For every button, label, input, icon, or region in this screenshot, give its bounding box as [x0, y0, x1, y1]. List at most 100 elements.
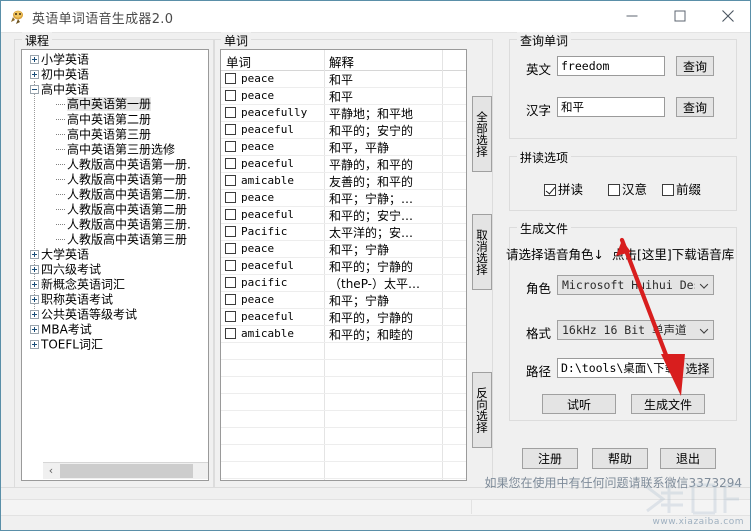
- tree-node[interactable]: 公共英语等级考试: [22, 307, 208, 322]
- tree-node[interactable]: 高中英语第三册选修: [22, 142, 208, 157]
- expand-icon[interactable]: [30, 280, 39, 290]
- row-checkbox[interactable]: [225, 73, 236, 84]
- format-select[interactable]: 16kHz 16 Bit 单声道: [557, 320, 714, 340]
- generate-file-button[interactable]: 生成文件: [631, 394, 705, 414]
- table-row-empty[interactable]: [221, 462, 466, 479]
- tree-node[interactable]: MBA考试: [22, 322, 208, 337]
- table-row[interactable]: Pacific 太平洋的；安…: [221, 224, 466, 241]
- table-row[interactable]: peaceful 和平的；安宁的: [221, 122, 466, 139]
- expand-icon[interactable]: [30, 70, 39, 80]
- row-checkbox[interactable]: [225, 141, 236, 152]
- tree-node[interactable]: 高中英语: [22, 82, 208, 97]
- table-row-empty[interactable]: [221, 360, 466, 377]
- table-row[interactable]: peace 和平；宁静；…: [221, 190, 466, 207]
- help-button[interactable]: 帮助: [592, 448, 648, 469]
- tree-node[interactable]: 人教版高中英语第三册: [22, 232, 208, 247]
- table-row[interactable]: peaceful 和平的；宁静的: [221, 258, 466, 275]
- row-checkbox[interactable]: [225, 158, 236, 169]
- chinese-query-button[interactable]: 查询: [676, 97, 714, 117]
- cancel-select-button[interactable]: 取消选择: [472, 214, 492, 290]
- table-row[interactable]: peaceful 平静的，和平的: [221, 156, 466, 173]
- expand-icon[interactable]: [30, 265, 39, 275]
- invert-select-button[interactable]: 反向选择: [472, 372, 492, 448]
- row-checkbox[interactable]: [225, 328, 236, 339]
- register-button[interactable]: 注册: [522, 448, 578, 469]
- select-all-button[interactable]: 全部选择: [472, 96, 492, 172]
- expand-icon[interactable]: [30, 310, 39, 320]
- checkbox-pinyin[interactable]: 拼读: [544, 179, 583, 198]
- tree-node[interactable]: 新概念英语词汇: [22, 277, 208, 292]
- table-row[interactable]: peace 和平；宁静: [221, 292, 466, 309]
- table-row[interactable]: peacefully 平静地；和平地: [221, 105, 466, 122]
- tree-node[interactable]: 小学英语: [22, 52, 208, 67]
- row-checkbox[interactable]: [225, 192, 236, 203]
- collapse-icon[interactable]: [30, 85, 39, 95]
- tree-node[interactable]: 四六级考试: [22, 262, 208, 277]
- tree-node[interactable]: 高中英语第三册: [22, 127, 208, 142]
- role-select[interactable]: Microsoft Huihui Deskt: [557, 275, 714, 295]
- exit-button[interactable]: 退出: [660, 448, 716, 469]
- table-row[interactable]: peaceful 和平的；安宁…: [221, 207, 466, 224]
- chinese-input[interactable]: 和平: [557, 97, 665, 117]
- expand-icon[interactable]: [30, 250, 39, 260]
- table-row-empty[interactable]: [221, 411, 466, 428]
- table-row-empty[interactable]: [221, 479, 466, 480]
- row-checkbox[interactable]: [225, 124, 236, 135]
- tree-node[interactable]: 人教版高中英语第三册.: [22, 217, 208, 232]
- tree-node[interactable]: 人教版高中英语第一册.: [22, 157, 208, 172]
- table-row-empty[interactable]: [221, 394, 466, 411]
- expand-icon[interactable]: [30, 325, 39, 335]
- row-checkbox[interactable]: [225, 311, 236, 322]
- scroll-left-arrow[interactable]: ‹: [43, 463, 59, 479]
- checkbox-meaning[interactable]: 汉意: [608, 179, 647, 198]
- tree-node[interactable]: TOEFL词汇: [22, 337, 208, 352]
- table-row-empty[interactable]: [221, 377, 466, 394]
- table-row[interactable]: pacific （theP-）太平…: [221, 275, 466, 292]
- checkbox-prefix[interactable]: 前缀: [662, 179, 701, 198]
- minimize-button[interactable]: [609, 1, 655, 31]
- path-input[interactable]: D:\tools\桌面\下载吧: [557, 358, 679, 378]
- table-row-empty[interactable]: [221, 428, 466, 445]
- tree-node[interactable]: 初中英语: [22, 67, 208, 82]
- row-checkbox[interactable]: [225, 90, 236, 101]
- expand-icon[interactable]: [30, 340, 39, 350]
- row-checkbox[interactable]: [225, 175, 236, 186]
- row-checkbox[interactable]: [225, 260, 236, 271]
- row-checkbox[interactable]: [225, 107, 236, 118]
- table-row[interactable]: peaceful 和平的，宁静的: [221, 309, 466, 326]
- tree-horizontal-scrollbar[interactable]: ‹ ›: [43, 462, 208, 479]
- table-row[interactable]: peace 和平，平静: [221, 139, 466, 156]
- row-checkbox[interactable]: [225, 294, 236, 305]
- tree-node[interactable]: 高中英语第二册: [22, 112, 208, 127]
- tree-node[interactable]: 大学英语: [22, 247, 208, 262]
- table-row-empty[interactable]: [221, 343, 466, 360]
- tree-node[interactable]: 人教版高中英语第一册: [22, 172, 208, 187]
- row-checkbox[interactable]: [225, 209, 236, 220]
- checkbox-meaning-label: 汉意: [622, 182, 648, 197]
- scroll-thumb[interactable]: [60, 464, 193, 478]
- table-row[interactable]: peace 和平: [221, 88, 466, 105]
- tree-node[interactable]: 职称英语考试: [22, 292, 208, 307]
- expand-icon[interactable]: [30, 55, 39, 65]
- row-checkbox[interactable]: [225, 243, 236, 254]
- preview-button[interactable]: 试听: [542, 394, 616, 414]
- tree-node[interactable]: 人教版高中英语第二册: [22, 202, 208, 217]
- tree-node[interactable]: 高中英语第一册: [22, 97, 208, 112]
- english-query-button[interactable]: 查询: [676, 56, 714, 76]
- table-row[interactable]: amicable 和平的；和睦的: [221, 326, 466, 343]
- table-row[interactable]: amicable 友善的；和平的: [221, 173, 466, 190]
- table-row[interactable]: peace 和平；宁静: [221, 241, 466, 258]
- maximize-button[interactable]: [657, 1, 703, 31]
- word-grid[interactable]: 单词 解释 peace 和平 peace 和平 peacefully 平静地；和平地 pea…: [220, 49, 467, 481]
- row-checkbox[interactable]: [225, 226, 236, 237]
- english-input[interactable]: freedom: [557, 56, 665, 76]
- table-row[interactable]: peace 和平: [221, 71, 466, 88]
- row-checkbox[interactable]: [225, 277, 236, 288]
- browse-path-button[interactable]: 选择: [681, 358, 714, 378]
- download-voice-link[interactable]: 点击[这里]下载语音库: [612, 244, 734, 263]
- expand-icon[interactable]: [30, 295, 39, 305]
- table-row-empty[interactable]: [221, 445, 466, 462]
- close-button[interactable]: [705, 1, 751, 31]
- course-tree[interactable]: 小学英语 初中英语 高中英语 高中英语第一册 高中英语第二册 高中英语第三册 高中英语第三册…: [21, 49, 209, 481]
- tree-node[interactable]: 人教版高中英语第二册.: [22, 187, 208, 202]
